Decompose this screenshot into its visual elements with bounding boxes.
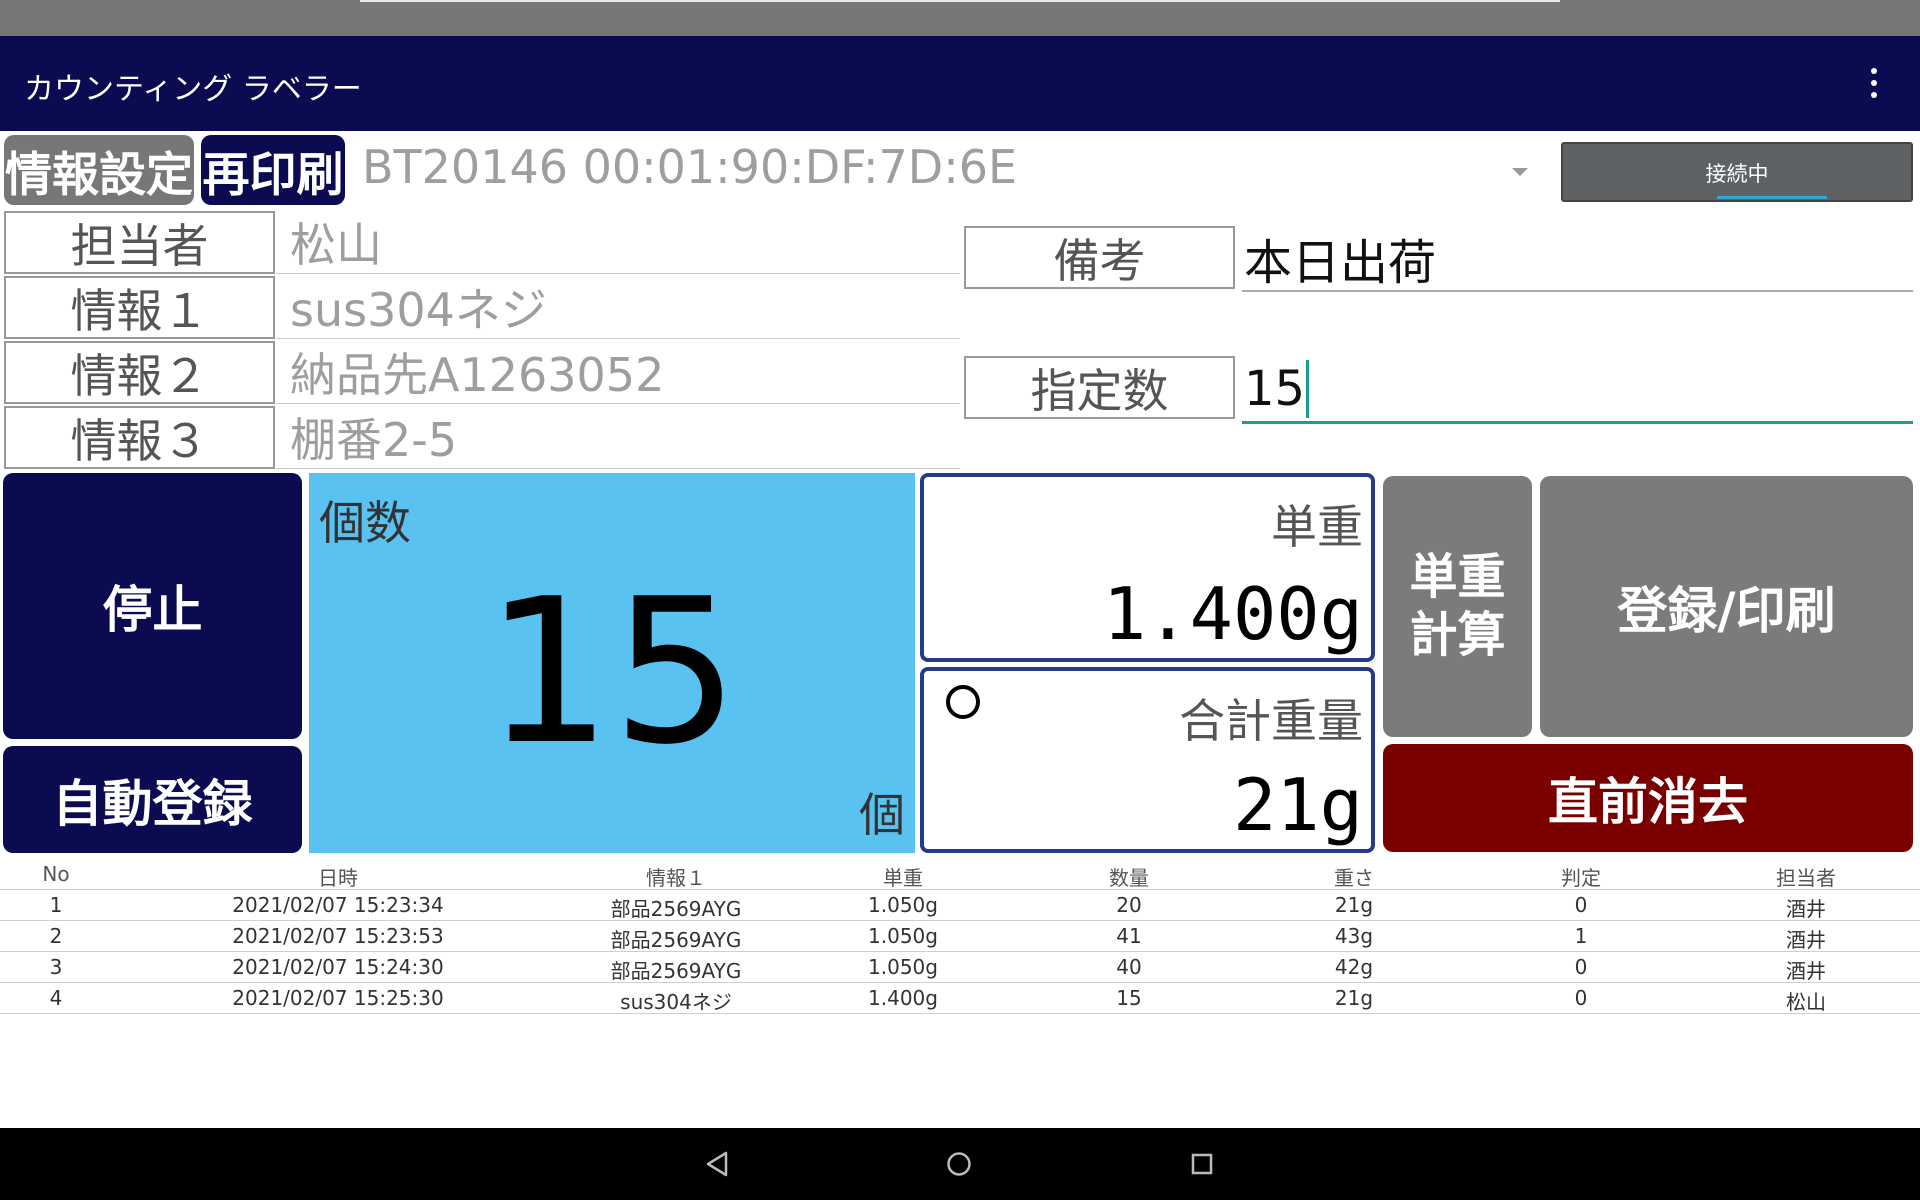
cell-operator: 酒井: [1786, 897, 1826, 921]
stable-circle-icon: [946, 685, 980, 719]
info2-field[interactable]: 納品先A1263052: [276, 341, 960, 404]
count-unit: 個: [859, 788, 905, 842]
unit-weight-calc-button[interactable]: 単重 計算: [1383, 476, 1532, 737]
cell-quantity: 20: [1116, 893, 1142, 917]
table-row[interactable]: 1 2021/02/07 15:23:34 部品2569AYG 1.050g 2…: [0, 889, 1920, 921]
cell-info1: 部品2569AYG: [610, 959, 742, 983]
remarks-label: 備考: [964, 226, 1235, 289]
info1-label: 情報１: [4, 276, 275, 339]
cell-weight: 43g: [1334, 924, 1374, 948]
connection-indicator-line: [1717, 196, 1827, 199]
auto-register-button[interactable]: 自動登録: [3, 746, 302, 853]
unit-weight-value: 1.400g: [1102, 572, 1363, 656]
cell-operator: 酒井: [1786, 928, 1826, 952]
reprint-button[interactable]: 再印刷: [201, 135, 345, 205]
total-weight-label: 合計重量: [1179, 694, 1363, 748]
cell-quantity: 15: [1116, 986, 1142, 1010]
register-print-button[interactable]: 登録/印刷: [1540, 476, 1913, 737]
history-table: No 日時 情報１ 単重 数量 重さ 判定 担当者 1 2021/02/07 1…: [0, 858, 1920, 1014]
count-label: 個数: [319, 496, 411, 550]
unit-weight-box: 単重 1.400g: [920, 473, 1375, 662]
unit-weight-calc-line2: 計算: [1409, 606, 1506, 663]
info2-label: 情報２: [4, 341, 275, 404]
cell-unit-weight: 1.050g: [868, 924, 938, 948]
status-bar-notch: [360, 0, 1560, 2]
cell-unit-weight: 1.400g: [868, 986, 938, 1010]
cell-judgement: 0: [1574, 955, 1588, 979]
cell-unit-weight: 1.050g: [868, 893, 938, 917]
connection-button[interactable]: 接続中: [1561, 142, 1913, 202]
unit-weight-calc-line1: 単重: [1409, 548, 1506, 605]
target-count-label: 指定数: [964, 356, 1235, 419]
column-header: No: [42, 862, 70, 886]
app-title: カウンティング ラベラー: [24, 72, 362, 107]
cell-operator: 酒井: [1786, 959, 1826, 983]
recent-square-icon[interactable]: [1188, 1150, 1216, 1178]
target-count-input[interactable]: 15: [1242, 356, 1913, 424]
connection-status-label: 接続中: [1705, 162, 1769, 186]
total-weight-value: 21g: [1232, 763, 1363, 847]
cell-info1: 部品2569AYG: [610, 928, 742, 952]
operator-field[interactable]: 松山: [276, 211, 960, 274]
column-header: 重さ: [1334, 866, 1374, 890]
stop-button[interactable]: 停止: [3, 473, 302, 739]
text-cursor: [1306, 359, 1310, 418]
cell-judgement: 0: [1574, 986, 1588, 1010]
table-row[interactable]: 2 2021/02/07 15:23:53 部品2569AYG 1.050g 4…: [0, 920, 1920, 952]
cell-no: 4: [49, 986, 63, 1010]
table-row[interactable]: 3 2021/02/07 15:24:30 部品2569AYG 1.050g 4…: [0, 951, 1920, 983]
app-bar: カウンティング ラベラー: [0, 36, 1920, 131]
cell-weight: 21g: [1334, 893, 1374, 917]
column-header: 日時: [318, 866, 358, 890]
cell-no: 1: [49, 893, 63, 917]
table-header-row: No 日時 情報１ 単重 数量 重さ 判定 担当者: [0, 858, 1920, 890]
cell-unit-weight: 1.050g: [868, 955, 938, 979]
info-settings-button[interactable]: 情報設定: [4, 135, 194, 205]
cell-datetime: 2021/02/07 15:23:53: [232, 924, 444, 948]
cell-no: 3: [49, 955, 63, 979]
column-header: 情報１: [646, 866, 706, 890]
table-row[interactable]: 4 2021/02/07 15:25:30 sus304ネジ 1.400g 15…: [0, 982, 1920, 1014]
info1-field[interactable]: sus304ネジ: [276, 276, 960, 339]
column-header: 判定: [1561, 866, 1601, 890]
status-bar: [0, 0, 1920, 36]
info3-field[interactable]: 棚番2-5: [276, 406, 960, 469]
column-header: 数量: [1109, 866, 1149, 890]
cell-datetime: 2021/02/07 15:23:34: [232, 893, 444, 917]
cell-datetime: 2021/02/07 15:25:30: [232, 986, 444, 1010]
cell-datetime: 2021/02/07 15:24:30: [232, 955, 444, 979]
info3-label: 情報３: [4, 406, 275, 469]
operator-label: 担当者: [4, 211, 275, 274]
navigation-bar: [0, 1128, 1920, 1200]
total-weight-box: 合計重量 21g: [920, 667, 1375, 853]
device-select-value: BT20146 00:01:90:DF:7D:6E: [362, 140, 1018, 194]
cell-info1: sus304ネジ: [620, 990, 732, 1014]
dropdown-arrow-icon: [1512, 168, 1528, 176]
remarks-input[interactable]: 本日出荷: [1242, 226, 1913, 292]
cell-weight: 21g: [1334, 986, 1374, 1010]
back-triangle-icon[interactable]: [704, 1150, 732, 1178]
cell-info1: 部品2569AYG: [610, 897, 742, 921]
more-vert-icon[interactable]: [1860, 58, 1888, 108]
home-circle-icon[interactable]: [945, 1150, 973, 1178]
column-header: 担当者: [1776, 866, 1836, 890]
cell-quantity: 40: [1116, 955, 1142, 979]
count-display: 個数 15 個: [309, 473, 915, 853]
cell-judgement: 0: [1574, 893, 1588, 917]
cell-operator: 松山: [1786, 990, 1826, 1014]
undo-last-button[interactable]: 直前消去: [1383, 744, 1913, 852]
count-value: 15: [484, 556, 740, 789]
cell-weight: 42g: [1334, 955, 1374, 979]
cell-no: 2: [49, 924, 63, 948]
column-header: 単重: [883, 866, 923, 890]
device-select[interactable]: BT20146 00:01:90:DF:7D:6E: [362, 140, 1542, 205]
cell-judgement: 1: [1574, 924, 1588, 948]
target-count-value: 15: [1244, 360, 1306, 417]
unit-weight-label: 単重: [1271, 500, 1363, 554]
cell-quantity: 41: [1116, 924, 1142, 948]
